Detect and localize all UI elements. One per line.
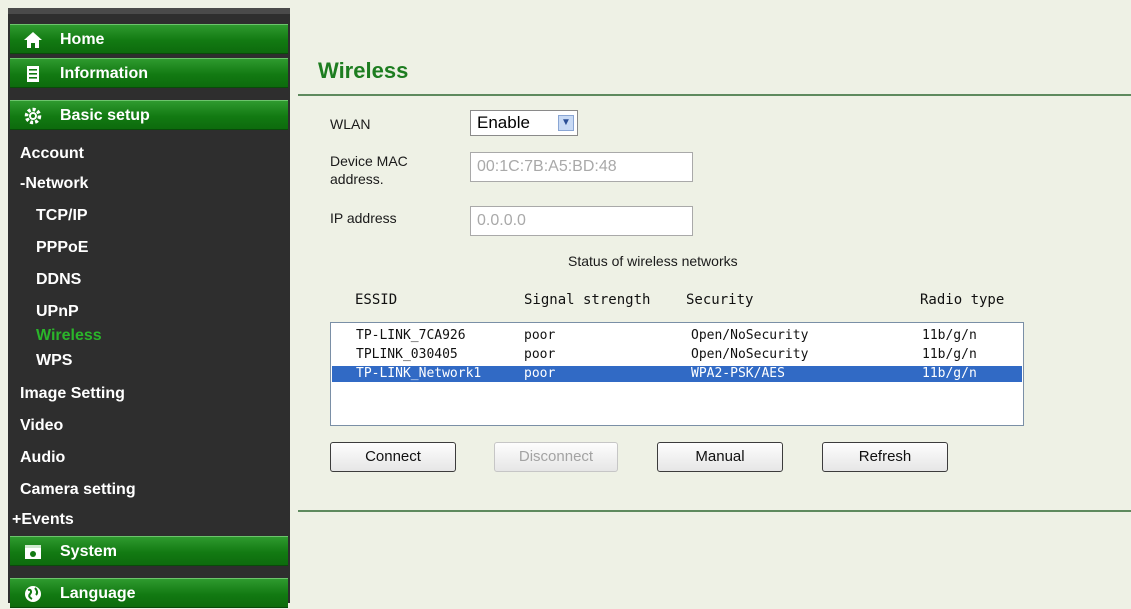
bottom-divider — [298, 510, 1131, 512]
nav-video[interactable]: Video — [20, 416, 63, 436]
nav-wps[interactable]: WPS — [36, 351, 72, 371]
networks-caption: Status of wireless networks — [568, 253, 738, 269]
list-item-selected[interactable]: TP-LINK_Network1 poor WPA2-PSK/AES 11b/g… — [332, 366, 1022, 382]
nav-basic-setup[interactable]: Basic setup — [10, 100, 288, 130]
mac-label-line1: Device MAC — [330, 153, 408, 169]
nav-information[interactable]: Information — [10, 58, 288, 88]
manual-button[interactable]: Manual — [657, 442, 783, 472]
row-security: Open/NoSecurity — [691, 347, 809, 362]
disconnect-button[interactable]: Disconnect — [494, 442, 618, 472]
nav-basic-setup-label: Basic setup — [60, 107, 150, 124]
connect-button[interactable]: Connect — [330, 442, 456, 472]
title-divider — [298, 94, 1131, 96]
nav-home[interactable]: Home — [10, 24, 288, 54]
nav-home-label: Home — [60, 31, 105, 48]
nav-upnp[interactable]: UPnP — [36, 302, 79, 322]
system-icon — [24, 543, 42, 561]
refresh-button[interactable]: Refresh — [822, 442, 948, 472]
nav-tcpip[interactable]: TCP/IP — [36, 206, 88, 226]
mac-label-line2: address. — [330, 171, 384, 187]
column-header-essid: ESSID — [355, 292, 398, 308]
nav-system[interactable]: System — [10, 536, 288, 566]
wlan-select-value: Enable — [477, 113, 530, 132]
row-radio: 11b/g/n — [922, 328, 977, 343]
nav-language[interactable]: Language — [10, 578, 288, 608]
sidebar: Home Information Basic setup Account -Ne… — [8, 8, 290, 608]
row-essid: TP-LINK_Network1 — [356, 366, 482, 381]
nav-language-label: Language — [60, 585, 136, 602]
gear-icon — [24, 107, 42, 125]
nav-audio[interactable]: Audio — [20, 448, 65, 468]
row-essid: TPLINK_030405 — [356, 347, 458, 362]
row-security: WPA2-PSK/AES — [691, 366, 785, 381]
document-icon — [24, 65, 42, 83]
nav-ddns[interactable]: DDNS — [36, 270, 81, 290]
nav-pppoe[interactable]: PPPoE — [36, 238, 88, 258]
nav-events[interactable]: +Events — [12, 510, 74, 530]
nav-system-label: System — [60, 543, 117, 560]
row-security: Open/NoSecurity — [691, 328, 809, 343]
ip-address-label: IP address — [330, 210, 397, 226]
nav-information-label: Information — [60, 65, 148, 82]
row-signal: poor — [524, 347, 556, 362]
nav-network[interactable]: -Network — [20, 174, 88, 194]
sidebar-top-bar — [8, 8, 290, 14]
wireless-network-list[interactable]: TP-LINK_7CA926 poor Open/NoSecurity 11b/… — [330, 322, 1024, 426]
list-item[interactable]: TPLINK_030405 poor Open/NoSecurity 11b/g… — [332, 347, 1022, 363]
list-item[interactable]: TP-LINK_7CA926 poor Open/NoSecurity 11b/… — [332, 328, 1022, 344]
row-radio: 11b/g/n — [922, 366, 977, 381]
wlan-select[interactable]: Enable ▼ — [470, 110, 578, 136]
column-header-security: Security — [686, 292, 754, 308]
column-header-radio: Radio type — [920, 292, 1005, 308]
row-signal: poor — [524, 366, 556, 381]
nav-wireless[interactable]: Wireless — [36, 326, 102, 346]
row-essid: TP-LINK_7CA926 — [356, 328, 466, 343]
column-header-signal: Signal strength — [524, 292, 651, 308]
wlan-label: WLAN — [330, 116, 371, 132]
nav-image-setting[interactable]: Image Setting — [20, 384, 125, 404]
globe-icon — [24, 585, 42, 603]
page-title: Wireless — [318, 58, 409, 83]
home-icon — [24, 31, 42, 49]
mac-address-field[interactable]: 00:1C:7B:A5:BD:48 — [470, 152, 693, 182]
ip-address-field[interactable]: 0.0.0.0 — [470, 206, 693, 236]
chevron-down-icon[interactable]: ▼ — [558, 115, 574, 131]
row-signal: poor — [524, 328, 556, 343]
nav-camera-setting[interactable]: Camera setting — [20, 480, 136, 500]
row-radio: 11b/g/n — [922, 347, 977, 362]
nav-account[interactable]: Account — [20, 144, 84, 164]
